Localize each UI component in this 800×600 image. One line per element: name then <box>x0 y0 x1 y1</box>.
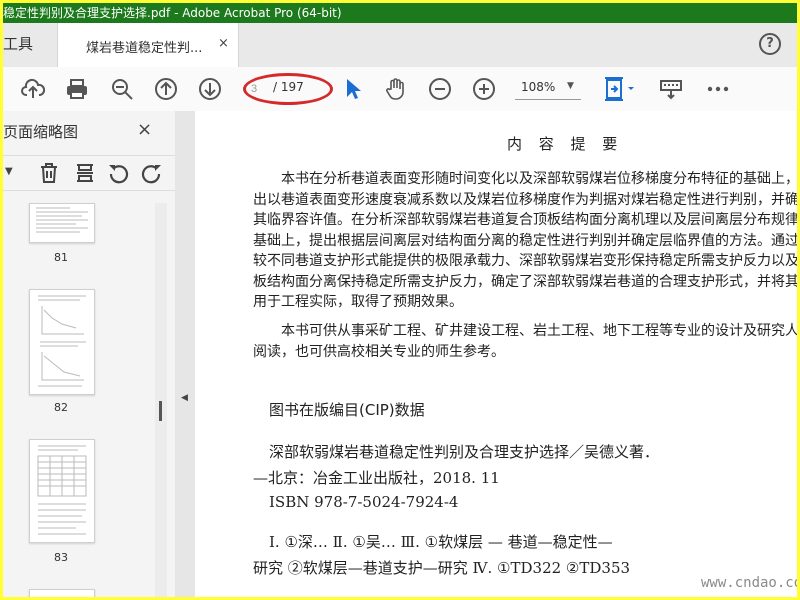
thumbnail-label: 82 <box>54 401 68 414</box>
thumbnail-page-81[interactable] <box>29 203 95 243</box>
rotate-ccw-icon[interactable] <box>107 162 129 189</box>
abstract-paragraph-1: 本书在分析巷道表面变形随时间变化以及深部软弱煤岩位移梯度分布特征的基础上，提出以… <box>253 171 797 310</box>
thumbnail-label: 83 <box>54 551 68 564</box>
tab-document[interactable]: 煤岩巷道稳定性判... × <box>57 23 239 67</box>
zoom-value: 108% <box>521 80 556 94</box>
zoom-in-icon[interactable] <box>471 76 497 102</box>
options-dropdown-icon[interactable]: ▼ <box>5 166 13 177</box>
abstract-paragraph-2: 本书可供从事采矿工程、矿井建设工程、岩土工程、地下工程等专业的设计及研究人员阅读… <box>253 323 797 360</box>
cip-line: 深部软弱煤岩巷道稳定性判别及合理支护选择／吴德义著． <box>269 443 660 461</box>
collapse-arrow-icon[interactable]: ◀ <box>181 393 188 403</box>
thumbnail-label: 81 <box>54 251 68 264</box>
tab-bar: 工具 煤岩巷道稳定性判... × ? <box>3 23 797 68</box>
fit-page-icon[interactable] <box>601 76 641 102</box>
print-icon[interactable] <box>64 76 90 102</box>
pdf-page: 内 容 提 要 本书在分析巷道表面变形随时间变化以及深部软弱煤岩位移梯度分布特征… <box>195 111 797 597</box>
panel-toolbar: ▼ <box>3 155 175 191</box>
panel-divider[interactable]: ◀ <box>175 111 195 597</box>
keyboard-icon[interactable] <box>658 76 684 102</box>
main-toolbar: / 197 108% ▼ <box>3 67 797 112</box>
zoom-out-icon[interactable] <box>427 76 453 102</box>
thumbnail-page-82[interactable] <box>29 289 95 395</box>
select-cursor-icon[interactable] <box>340 76 366 102</box>
window-title: 稳定性判别及合理支护选择.pdf - Adobe Acrobat Pro (64… <box>3 6 342 20</box>
more-icon[interactable] <box>705 76 731 102</box>
window-title-bar: 稳定性判别及合理支护选择.pdf - Adobe Acrobat Pro (64… <box>3 3 797 23</box>
panel-close-icon[interactable]: × <box>137 119 152 140</box>
tab-close-icon[interactable]: × <box>218 36 229 51</box>
hand-tool-icon[interactable] <box>383 76 409 102</box>
thumbnail-page-83[interactable] <box>29 439 95 543</box>
cip-line: —北京：冶金工业出版社，2018. 11 <box>253 469 500 487</box>
thumbnail-page-84[interactable] <box>29 589 95 597</box>
insert-page-icon[interactable] <box>75 162 95 189</box>
delete-icon[interactable] <box>39 162 59 189</box>
help-icon[interactable]: ? <box>759 33 781 55</box>
page-down-icon[interactable] <box>197 76 223 102</box>
zoom-select[interactable]: 108% ▼ <box>515 77 581 100</box>
cip-line: ISBN 978-7-5024-7924-4 <box>269 493 459 511</box>
thumbnail-panel: 页面缩略图 × ▼ 81 82 83 <box>3 111 176 597</box>
panel-title: 页面缩略图 <box>3 123 79 141</box>
cip-line: 研究 ②软煤层—巷道支护—研究 Ⅳ. ①TD322 ②TD353 <box>253 559 631 577</box>
screenshot-frame: 稳定性判别及合理支护选择.pdf - Adobe Acrobat Pro (64… <box>0 0 800 600</box>
watermark-text: www.cndao.com <box>701 575 797 591</box>
zoom-search-icon[interactable] <box>109 76 135 102</box>
page-heading: 内 容 提 要 <box>507 135 624 153</box>
scrollbar-grip[interactable] <box>159 401 162 421</box>
cip-heading: 图书在版编目(CIP)数据 <box>269 401 425 419</box>
upload-icon[interactable] <box>20 76 46 102</box>
annotation-red-oval <box>243 73 333 105</box>
cip-line: Ⅰ. ①深… Ⅱ. ①吴… Ⅲ. ①软煤层 — 巷道—稳定性— <box>269 533 613 551</box>
tab-tools[interactable]: 工具 <box>3 33 33 54</box>
panel-scrollbar[interactable] <box>155 203 167 597</box>
chevron-down-icon: ▼ <box>567 81 574 91</box>
page-up-icon[interactable] <box>153 76 179 102</box>
rotate-cw-icon[interactable] <box>141 162 163 189</box>
tab-document-label: 煤岩巷道稳定性判... <box>86 41 203 56</box>
